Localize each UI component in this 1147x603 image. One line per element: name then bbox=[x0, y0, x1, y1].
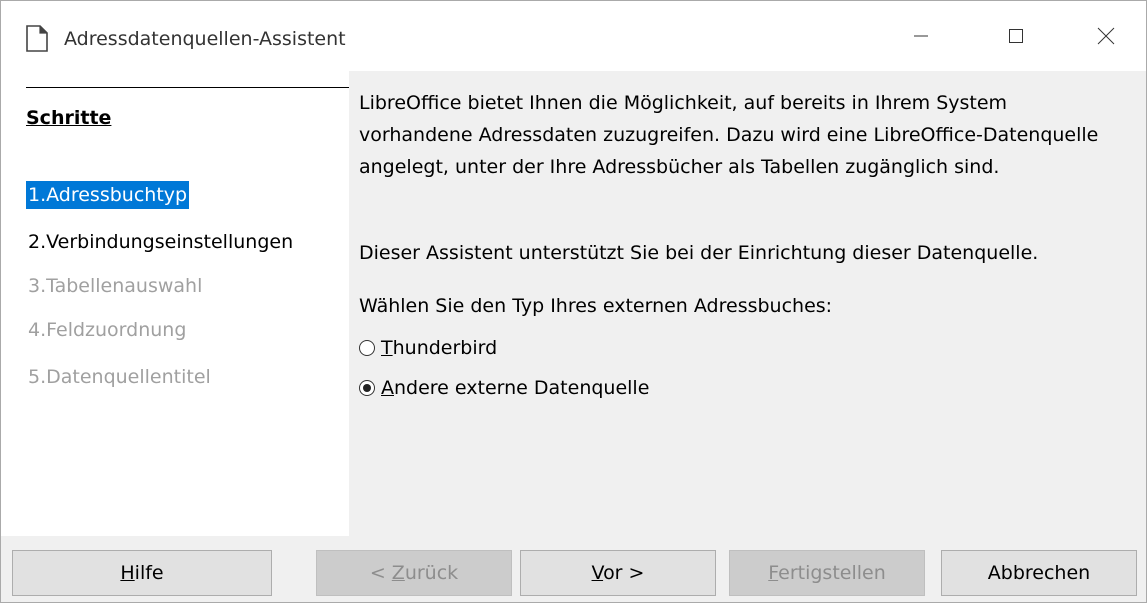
cancel-button[interactable]: Abbrechen bbox=[941, 550, 1137, 596]
other-data-source-option[interactable]: Andere externe Datenquelle bbox=[359, 377, 649, 399]
window-title: Adressdatenquellen-Assistent bbox=[64, 28, 346, 50]
thunderbird-radio[interactable] bbox=[359, 340, 375, 356]
wizard-window: Adressdatenquellen-Assistent Schritte 1.… bbox=[0, 0, 1147, 603]
next-button[interactable]: Vor > bbox=[520, 550, 716, 596]
assistant-description: Dieser Assistent unterstützt Sie bei der… bbox=[359, 242, 1039, 264]
document-icon bbox=[26, 25, 48, 52]
finish-button-label: Fertigstellen bbox=[768, 562, 886, 584]
intro-text: LibreOffice bietet Ihnen die Möglichkeit… bbox=[359, 92, 1099, 178]
minimize-icon bbox=[914, 35, 928, 37]
step-datenquellentitel: 5.Datenquellentitel bbox=[28, 366, 211, 388]
other-data-source-label: Andere externe Datenquelle bbox=[381, 377, 650, 399]
thunderbird-label: Thunderbird bbox=[381, 337, 498, 359]
minimize-button[interactable] bbox=[876, 1, 966, 71]
back-button-label: < Zurück bbox=[369, 562, 459, 584]
title-bar: Adressdatenquellen-Assistent bbox=[1, 1, 1146, 71]
step-verbindungseinstellungen[interactable]: 2.Verbindungseinstellungen bbox=[26, 228, 295, 256]
steps-heading: Schritte bbox=[26, 107, 112, 129]
step-tabellenauswahl: 3.Tabellenauswahl bbox=[28, 275, 203, 297]
steps-panel: Schritte 1.Adressbuchtyp 2.Verbindungsei… bbox=[1, 71, 349, 536]
close-icon bbox=[1097, 27, 1115, 45]
finish-button: Fertigstellen bbox=[729, 550, 925, 596]
help-button[interactable]: Hilfe bbox=[12, 550, 272, 596]
other-data-source-radio[interactable] bbox=[359, 380, 375, 396]
address-book-type-label: Wählen Sie den Typ Ihres externen Adress… bbox=[359, 295, 833, 317]
next-button-label: Vor > bbox=[591, 562, 645, 584]
steps-divider bbox=[26, 87, 349, 88]
step-feldzuordnung: 4.Feldzuordnung bbox=[28, 319, 187, 341]
cancel-button-label: Abbrechen bbox=[987, 562, 1091, 584]
maximize-icon bbox=[1009, 29, 1023, 43]
thunderbird-option[interactable]: Thunderbird bbox=[359, 337, 497, 359]
step-adressbuchtyp[interactable]: 1.Adressbuchtyp bbox=[26, 181, 190, 209]
content-panel: LibreOffice bietet Ihnen die Möglichkeit… bbox=[349, 71, 1146, 536]
help-button-label: Hilfe bbox=[120, 562, 164, 584]
close-button[interactable] bbox=[1061, 1, 1146, 71]
maximize-button[interactable] bbox=[971, 1, 1061, 71]
back-button: < Zurück bbox=[316, 550, 512, 596]
